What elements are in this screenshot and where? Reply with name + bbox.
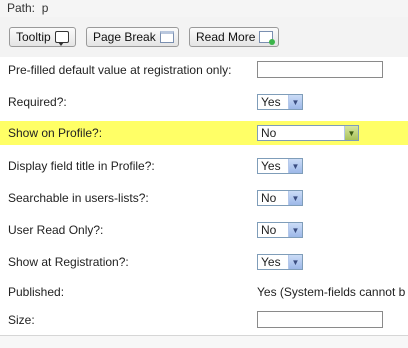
tooltip-icon bbox=[54, 31, 69, 46]
path-text: Path: p bbox=[7, 1, 48, 15]
row-size: Size: bbox=[0, 308, 408, 332]
user-read-only-value: No bbox=[261, 223, 277, 237]
prefilled-default-input[interactable] bbox=[257, 61, 383, 78]
path-bar: Path: p bbox=[0, 0, 408, 18]
show-on-profile-value: No bbox=[261, 126, 277, 140]
chevron-down-icon: ▼ bbox=[288, 255, 302, 269]
show-on-profile-select[interactable]: No ▼ bbox=[257, 125, 359, 141]
display-title-select[interactable]: Yes ▼ bbox=[257, 158, 303, 174]
read-more-icon bbox=[259, 31, 276, 45]
read-more-button[interactable]: Read More bbox=[189, 27, 279, 47]
chevron-down-icon: ▼ bbox=[288, 223, 302, 237]
published-label: Published: bbox=[8, 285, 65, 299]
row-prefilled-default: Pre-filled default value at registration… bbox=[0, 58, 408, 82]
user-read-only-select[interactable]: No ▼ bbox=[257, 222, 303, 238]
page-break-button[interactable]: Page Break bbox=[86, 27, 179, 47]
searchable-select[interactable]: No ▼ bbox=[257, 190, 303, 206]
editor-toolbar: Tooltip Page Break Read More bbox=[0, 17, 408, 58]
row-user-read-only: User Read Only?: No ▼ bbox=[0, 218, 408, 242]
path-label: Path: bbox=[7, 1, 36, 15]
chevron-down-icon: ▼ bbox=[288, 159, 302, 173]
prefilled-default-label: Pre-filled default value at registration… bbox=[8, 63, 232, 77]
required-label: Required?: bbox=[8, 95, 67, 109]
user-read-only-label: User Read Only?: bbox=[8, 223, 104, 237]
required-select[interactable]: Yes ▼ bbox=[257, 94, 303, 110]
published-value: Yes (System-fields cannot b bbox=[257, 285, 406, 299]
show-on-profile-label: Show on Profile?: bbox=[8, 126, 103, 140]
field-settings-form: Pre-filled default value at registration… bbox=[0, 57, 408, 335]
chevron-down-icon: ▼ bbox=[288, 95, 302, 109]
show-at-registration-select[interactable]: Yes ▼ bbox=[257, 254, 303, 270]
read-more-button-label: Read More bbox=[196, 30, 256, 44]
page-break-button-label: Page Break bbox=[93, 30, 156, 44]
row-searchable: Searchable in users-lists?: No ▼ bbox=[0, 186, 408, 210]
size-input[interactable] bbox=[257, 311, 383, 328]
display-title-label: Display field title in Profile?: bbox=[8, 159, 155, 173]
show-at-registration-label: Show at Registration?: bbox=[8, 255, 129, 269]
chevron-down-icon: ▼ bbox=[344, 126, 358, 140]
bottom-border bbox=[0, 335, 408, 348]
row-show-on-profile: Show on Profile?: No ▼ bbox=[0, 121, 408, 145]
tooltip-button-label: Tooltip bbox=[16, 30, 51, 44]
page-break-icon bbox=[159, 31, 174, 43]
row-show-at-registration: Show at Registration?: Yes ▼ bbox=[0, 250, 408, 274]
searchable-label: Searchable in users-lists?: bbox=[8, 191, 149, 205]
chevron-down-icon: ▼ bbox=[288, 191, 302, 205]
display-title-value: Yes bbox=[261, 159, 281, 173]
row-required: Required?: Yes ▼ bbox=[0, 90, 408, 114]
required-value: Yes bbox=[261, 95, 281, 109]
searchable-value: No bbox=[261, 191, 277, 205]
show-at-registration-value: Yes bbox=[261, 255, 281, 269]
row-display-title: Display field title in Profile?: Yes ▼ bbox=[0, 154, 408, 178]
size-label: Size: bbox=[8, 313, 35, 327]
row-published: Published: Yes (System-fields cannot b bbox=[0, 280, 408, 304]
tooltip-button[interactable]: Tooltip bbox=[9, 27, 76, 47]
path-value: p bbox=[41, 1, 49, 15]
